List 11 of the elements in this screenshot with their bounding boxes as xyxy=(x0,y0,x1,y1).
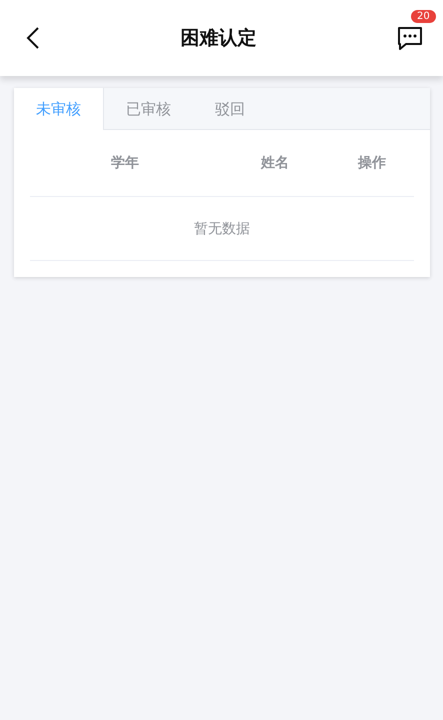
column-header: 姓名 xyxy=(260,154,290,172)
back-icon[interactable] xyxy=(26,27,40,49)
message-icon[interactable] xyxy=(397,26,423,50)
column-header: 学年 xyxy=(110,154,140,172)
tab[interactable]: 未审核 xyxy=(14,88,104,130)
page-title: 困难认定 xyxy=(180,26,256,51)
notification-badge: 20 xyxy=(411,10,436,23)
tab[interactable]: 已审核 xyxy=(104,88,193,130)
tab[interactable]: 驳回 xyxy=(193,88,267,130)
empty-text: 暂无数据 xyxy=(194,220,250,238)
column-header: 操作 xyxy=(356,154,387,172)
